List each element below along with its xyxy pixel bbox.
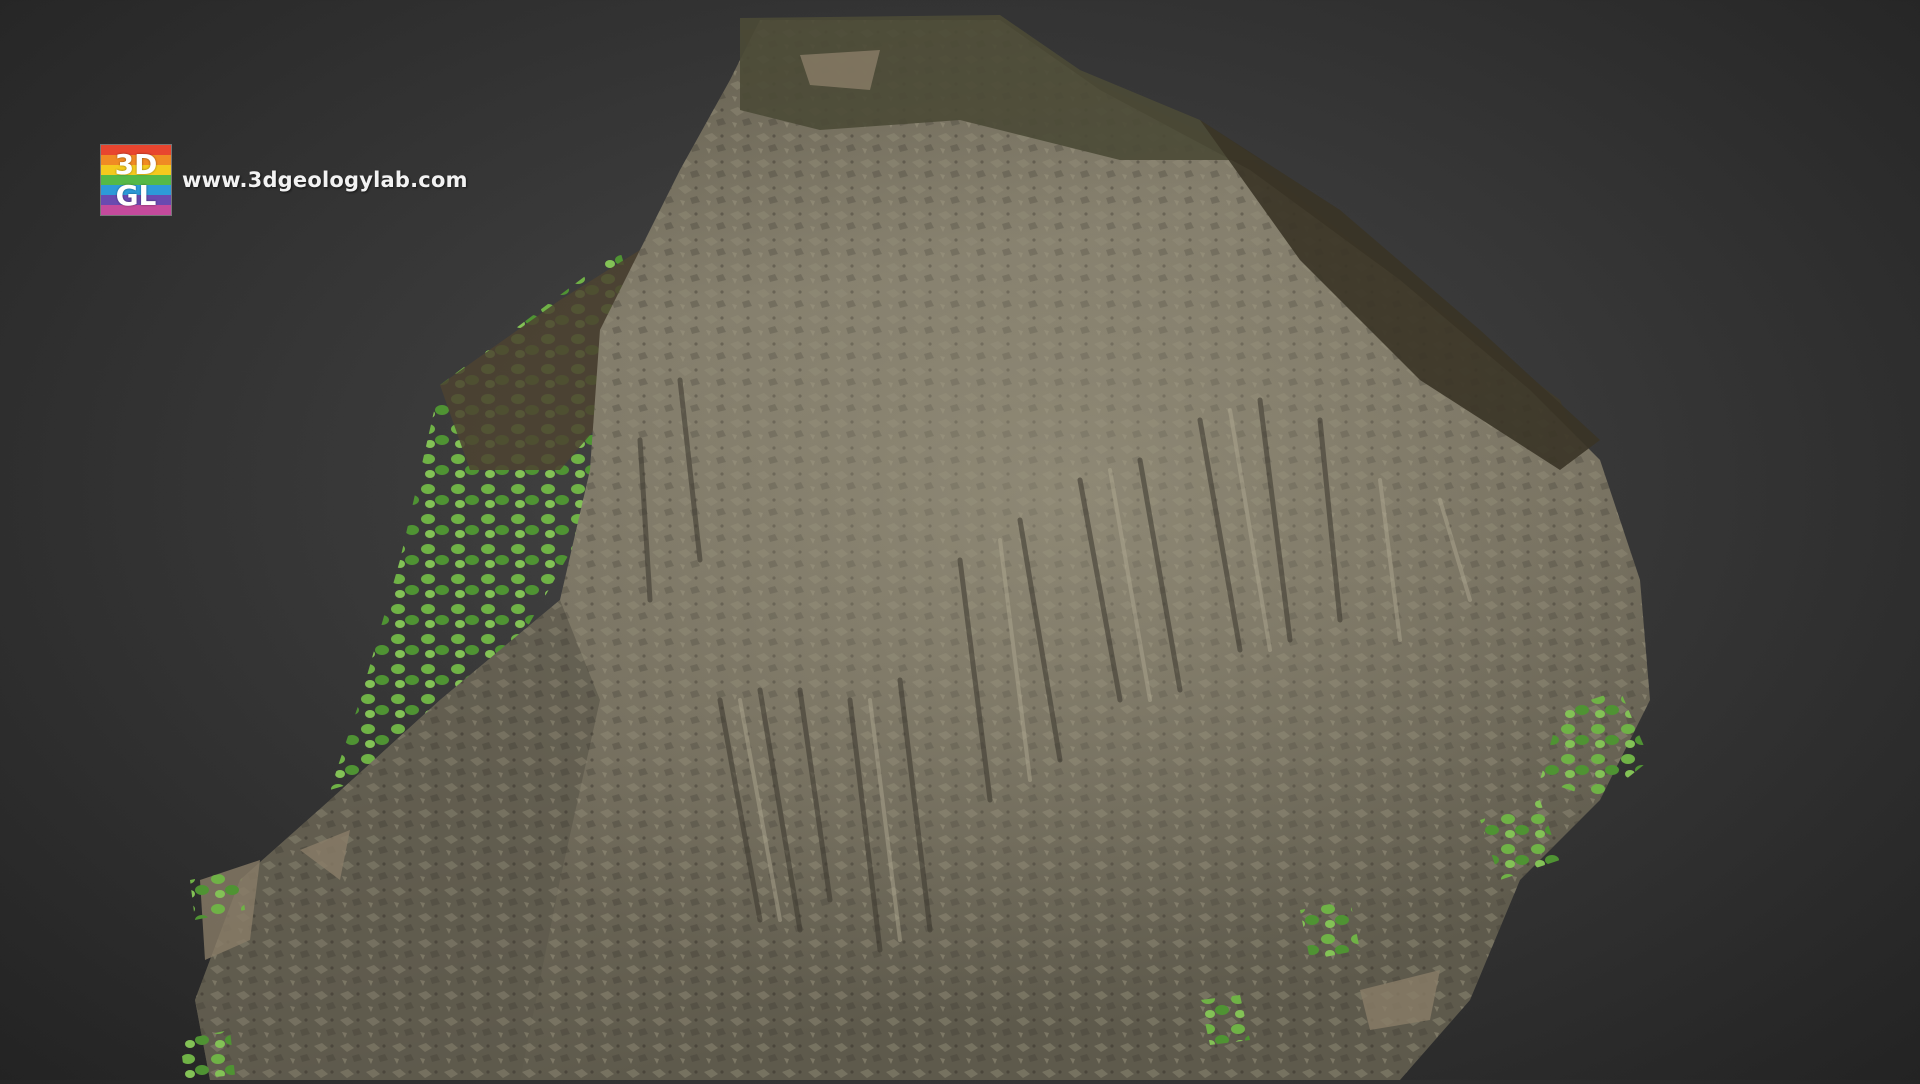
logo-letters: 3D GL (101, 145, 171, 215)
logo-line-2: GL (115, 179, 157, 212)
logo-line-1: 3D (114, 148, 158, 181)
website-url: www.3dgeologylab.com (182, 168, 468, 192)
3dgl-logo: 3D GL (100, 144, 172, 216)
model-viewport[interactable]: 3D GL www.3dgeologylab.com (0, 0, 1920, 1080)
watermark: 3D GL www.3dgeologylab.com (100, 144, 468, 216)
